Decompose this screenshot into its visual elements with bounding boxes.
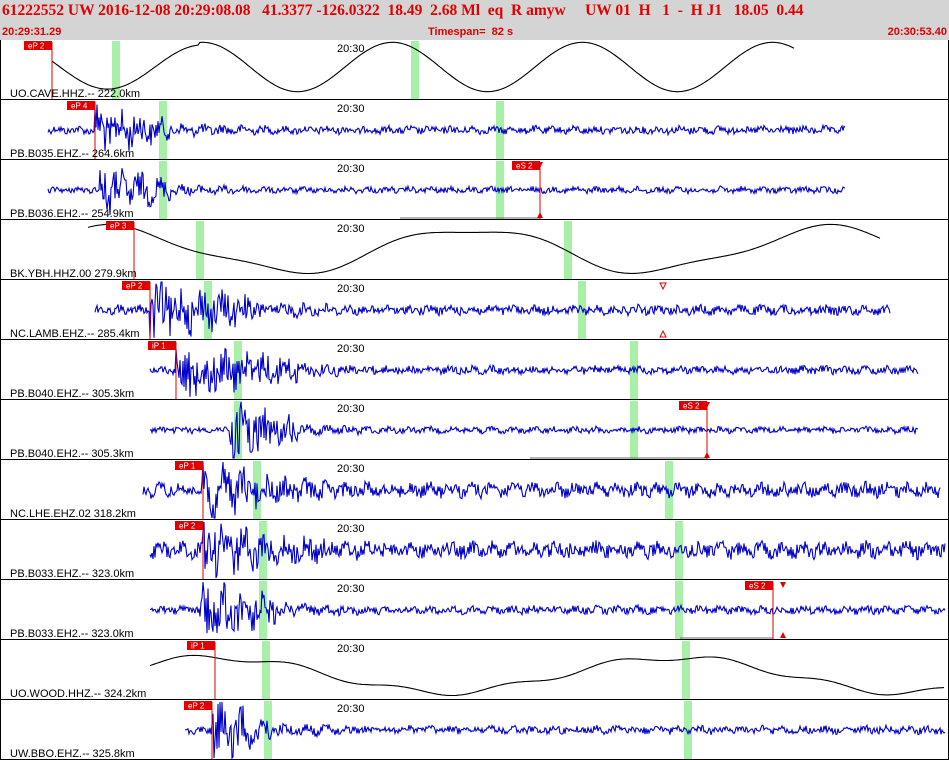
end-time: 20:30:53.40 [887, 26, 947, 38]
pick-label: eP 2 [28, 42, 45, 51]
waveform-trace[interactable] [184, 701, 946, 760]
pick-label: eP 3 [110, 222, 127, 231]
channel-label: NC.LAMB.EHZ.-- 285.4km [10, 328, 140, 340]
phase-marker [259, 581, 267, 639]
pick-label: eP 1 [179, 462, 196, 471]
phase-marker [262, 641, 270, 699]
seismogram-row[interactable]: eP 1 20:30 NC.LHE.EHZ.02 318.2km [0, 460, 949, 520]
seismogram-row[interactable]: eS 2 20:30 PB.B036.EH2.-- 254.9km [0, 160, 949, 220]
pick-label: eP 2 [126, 282, 143, 291]
pick-label: eS 2 [683, 402, 700, 411]
channel-label: BK.YBH.HHZ.00 279.9km [10, 268, 137, 280]
channel-label: PB.B040.EH2.-- 305.3km [10, 448, 134, 460]
pick-label: iP 1 [191, 642, 205, 651]
pick-label: eP 2 [188, 702, 205, 711]
waveform-trace[interactable] [47, 168, 846, 215]
seismogram-row[interactable]: eP 2 20:30 NC.LAMB.EHZ.-- 285.4km [0, 280, 949, 340]
time-tick-label: 20:30 [337, 583, 365, 595]
waveform-trace[interactable] [149, 521, 946, 579]
seismogram-row[interactable]: iP 1 20:30 UO.WOOD.HHZ.-- 324.2km [0, 640, 949, 700]
time-tick-label: 20:30 [337, 223, 365, 235]
seismogram-row[interactable]: iP 1 20:30 PB.B040.EHZ.-- 305.3km [0, 340, 949, 400]
seismogram-row[interactable]: eP 2 20:30 UO.CAVE.HHZ.-- 222.0km [0, 40, 949, 100]
start-time: 20:29:31.29 [2, 26, 62, 38]
channel-label: PB.B033.EH2.-- 323.0km [10, 628, 134, 640]
channel-label: UO.CAVE.HHZ.-- 222.0km [10, 88, 140, 100]
time-tick-label: 20:30 [337, 703, 365, 715]
waveform-trace[interactable] [47, 104, 846, 152]
time-tick-label: 20:30 [337, 103, 365, 115]
seismogram-row[interactable]: eP 3 20:30 BK.YBH.HHZ.00 279.9km [0, 220, 949, 280]
time-tick-label: 20:30 [337, 283, 365, 295]
seismogram-row[interactable]: eP 2 20:30 UW.BBO.EHZ.-- 325.8km [0, 700, 949, 760]
pick-label: iP 1 [152, 342, 166, 351]
time-tick-label: 20:30 [337, 463, 365, 475]
waveform-trace[interactable] [149, 347, 919, 397]
seismogram-row[interactable]: eS 2 20:30 PB.B033.EH2.-- 323.0km [0, 580, 949, 640]
phase-marker [159, 101, 167, 159]
event-summary: 61222552 UW 2016-12-08 20:29:08.08 41.33… [2, 2, 804, 19]
pick-label: eS 2 [516, 162, 533, 171]
channel-label: PB.B035.EHZ.-- 264.6km [10, 148, 134, 160]
time-tick-label: 20:30 [337, 403, 365, 415]
channel-label: UW.BBO.EHZ.-- 325.8km [10, 748, 135, 760]
predicted-triangle-top [659, 282, 667, 291]
seismogram-row[interactable]: eP 4 20:30 PB.B035.EHZ.-- 264.6km [0, 100, 949, 160]
phase-marker [411, 41, 419, 99]
seismogram-panel[interactable]: eP 2 20:30 UO.CAVE.HHZ.-- 222.0km eP 4 20:30… [0, 40, 949, 760]
waveform-trace[interactable] [87, 223, 881, 275]
channel-label: PB.B033.EHZ.-- 323.0km [10, 568, 134, 580]
channel-label: UO.WOOD.HHZ.-- 324.2km [10, 688, 146, 700]
phase-marker [196, 221, 204, 279]
time-tick-label: 20:30 [337, 523, 365, 535]
pick-label: eP 4 [71, 102, 88, 111]
channel-label: PB.B036.EH2.-- 254.9km [10, 208, 134, 220]
pick-label: eP 2 [179, 522, 196, 531]
waveform-trace[interactable] [149, 581, 946, 634]
time-tick-label: 20:30 [337, 163, 365, 175]
seismogram-row[interactable]: eP 2 20:30 PB.B033.EHZ.-- 323.0km [0, 520, 949, 580]
pick-triangle-bottom [704, 452, 710, 458]
channel-label: PB.B040.EHZ.-- 305.3km [10, 388, 134, 400]
timespan: Timespan= 82 s [428, 26, 514, 38]
waveform-trace[interactable] [94, 281, 891, 338]
pick-triangle-bottom [537, 212, 543, 218]
waveform-trace[interactable] [51, 41, 795, 93]
waveform-trace[interactable] [142, 461, 941, 519]
pick-triangle-top [780, 582, 786, 588]
waveform-trace[interactable] [149, 401, 919, 459]
phase-marker [682, 641, 690, 699]
time-tick-label: 20:30 [337, 643, 365, 655]
pick-label: eS 2 [749, 582, 766, 591]
seismogram-row[interactable]: eS 2 20:30 PB.B040.EH2.-- 305.3km [0, 400, 949, 460]
header-bar: 61222552 UW 2016-12-08 20:29:08.08 41.33… [0, 0, 949, 40]
time-tick-label: 20:30 [337, 343, 365, 355]
time-tick-label: 20:30 [337, 43, 365, 55]
pick-triangle-bottom [780, 632, 786, 638]
predicted-triangle-bottom [659, 329, 667, 338]
channel-label: NC.LHE.EHZ.02 318.2km [10, 508, 136, 520]
